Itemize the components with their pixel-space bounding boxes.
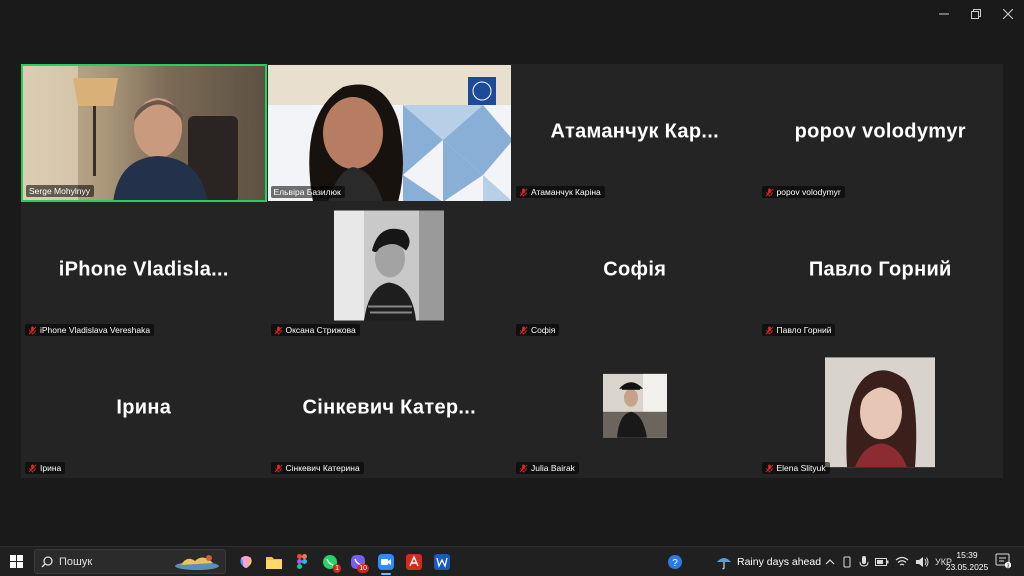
muted-mic-icon xyxy=(765,187,773,197)
word-icon xyxy=(434,553,450,570)
weather-text: Rainy days ahead xyxy=(737,555,822,568)
restore-icon xyxy=(971,9,981,19)
participant-display-name: iPhone Vladisla... xyxy=(58,258,229,281)
minimize-icon xyxy=(939,13,949,15)
help-icon: ? xyxy=(668,554,682,569)
windows-icon xyxy=(9,555,23,568)
participant-name-label: Julia Bairak xyxy=(516,462,579,474)
video-gallery: Serge Mohylnyy Ельвіра Базилюк Атаманчук… xyxy=(21,64,1003,478)
participant-video xyxy=(23,66,265,200)
taskbar-app-acrobat[interactable] xyxy=(400,547,428,576)
participant-tile[interactable]: Ірина Ірина xyxy=(21,340,267,478)
participant-tile[interactable]: iPhone Vladisla... iPhone Vladislava Ver… xyxy=(21,202,267,340)
restore-button[interactable] xyxy=(960,0,992,28)
taskbar-app-file-explorer[interactable] xyxy=(260,547,288,576)
participant-tile[interactable]: popov volodymyr popov volodymyr xyxy=(757,64,1003,202)
muted-mic-icon xyxy=(519,463,528,473)
taskbar-app-word[interactable] xyxy=(428,547,456,576)
participant-tile[interactable]: Павло Горний Павло Горний xyxy=(757,202,1003,340)
svg-text:3: 3 xyxy=(1007,563,1010,569)
taskbar-app-copilot[interactable] xyxy=(232,547,260,576)
muted-mic-icon xyxy=(28,463,37,473)
muted-mic-icon xyxy=(274,325,282,335)
search-placeholder: Пошук xyxy=(59,555,93,568)
participant-tile[interactable]: Elena Slityuk xyxy=(757,340,1003,478)
participant-tile[interactable]: Julia Bairak xyxy=(512,340,758,478)
participant-name-label: popov volodymyr xyxy=(761,186,845,198)
participant-name-label: Оксана Стрижова xyxy=(270,324,360,336)
taskbar-app-figma[interactable] xyxy=(288,547,316,576)
close-button[interactable] xyxy=(992,0,1024,28)
umbrella-icon xyxy=(717,557,731,569)
device-icon[interactable] xyxy=(841,556,853,568)
chevron-up-icon[interactable] xyxy=(825,558,835,566)
participant-display-name: Софія xyxy=(603,258,667,281)
taskbar-search[interactable]: Пошук xyxy=(34,549,226,574)
taskbar: Пошук 1 10 ? Rainy days ahead УКР 15:39 … xyxy=(0,546,1024,576)
clock-time: 15:39 xyxy=(956,550,978,560)
search-highlight-icon xyxy=(175,555,219,570)
muted-mic-icon xyxy=(274,463,282,473)
minimize-button[interactable] xyxy=(928,0,960,28)
copilot-icon xyxy=(240,555,252,568)
participant-tile[interactable]: Атаманчук Кар... Атаманчук Каріна xyxy=(512,64,758,202)
system-tray: УКР xyxy=(825,547,952,576)
muted-mic-icon xyxy=(519,325,528,335)
profile-photo xyxy=(334,210,445,321)
participant-display-name: Ірина xyxy=(116,396,172,419)
participant-tile[interactable]: Ельвіра Базилюк xyxy=(266,64,512,202)
participant-name-label: Serge Mohylnyy xyxy=(26,185,94,197)
viber-badge: 10 xyxy=(357,564,369,573)
acrobat-icon xyxy=(406,553,422,570)
taskbar-app-zoom[interactable] xyxy=(372,547,400,576)
participant-name-label: iPhone Vladislava Vereshaka xyxy=(25,324,155,336)
speaker-icon[interactable] xyxy=(915,556,929,568)
participant-name-label: Ельвіра Базилюк xyxy=(270,186,345,198)
start-button[interactable] xyxy=(0,547,32,576)
microphone-icon[interactable] xyxy=(859,555,869,568)
clock[interactable]: 15:39 23.05.2025 xyxy=(942,549,992,573)
participant-name-label: Софія xyxy=(516,324,560,336)
participant-display-name: Павло Горний xyxy=(808,258,952,281)
help-button[interactable]: ? xyxy=(661,547,689,576)
participant-name-label: Павло Горний xyxy=(761,324,836,336)
profile-photo xyxy=(825,357,936,468)
figma-icon xyxy=(297,554,307,569)
participant-display-name: Атаманчук Кар... xyxy=(550,120,719,143)
battery-icon[interactable] xyxy=(875,557,889,567)
profile-photo xyxy=(602,373,667,438)
muted-mic-icon xyxy=(765,325,773,335)
notification-icon: 3 xyxy=(995,553,1012,569)
participant-name-label: Elena Slityuk xyxy=(761,462,830,474)
wifi-icon[interactable] xyxy=(895,556,909,567)
participant-tile[interactable]: Сінкевич Катер... Сінкевич Катерина xyxy=(266,340,512,478)
muted-mic-icon xyxy=(519,187,528,197)
participant-video xyxy=(267,65,512,201)
participant-name-label: Сінкевич Катерина xyxy=(270,462,364,474)
participant-tile[interactable]: Софія Софія xyxy=(512,202,758,340)
search-icon xyxy=(41,555,53,567)
participant-tile[interactable]: Serge Mohylnyy xyxy=(21,64,267,202)
folder-icon xyxy=(266,556,282,569)
zoom-icon xyxy=(378,553,394,570)
participant-name-label: Ірина xyxy=(25,462,66,474)
participant-tile[interactable]: Оксана Стрижова xyxy=(266,202,512,340)
participant-display-name: popov volodymyr xyxy=(794,120,966,143)
svg-text:?: ? xyxy=(672,558,678,569)
muted-mic-icon xyxy=(28,325,37,335)
close-icon xyxy=(1003,9,1013,19)
taskbar-app-viber[interactable]: 10 xyxy=(344,547,372,576)
weather-widget[interactable]: Rainy days ahead xyxy=(716,547,821,576)
clock-date: 23.05.2025 xyxy=(945,562,989,572)
participant-display-name: Сінкевич Катер... xyxy=(302,396,476,419)
participant-name-label: Атаманчук Каріна xyxy=(516,186,605,198)
whatsapp-badge: 1 xyxy=(333,564,341,573)
taskbar-app-whatsapp[interactable]: 1 xyxy=(316,547,344,576)
muted-mic-icon xyxy=(765,463,773,473)
notification-button[interactable]: 3 xyxy=(995,553,1012,574)
window-controls xyxy=(928,0,1024,28)
